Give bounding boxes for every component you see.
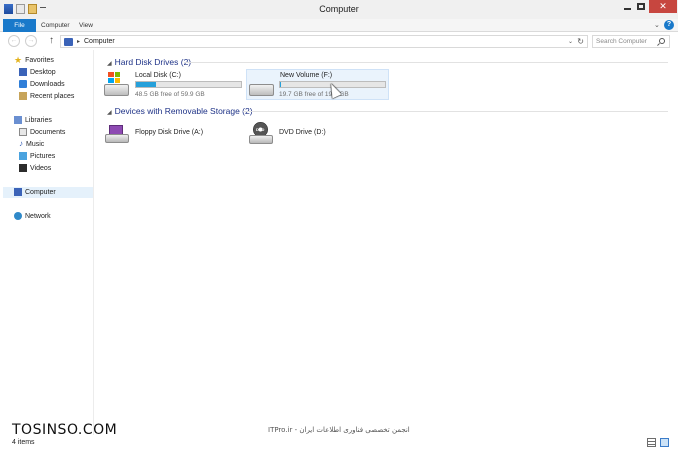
recent-places-icon: [19, 92, 27, 101]
nav-network[interactable]: Network: [14, 211, 51, 222]
help-icon[interactable]: ?: [664, 20, 674, 30]
nav-music[interactable]: ♪ Music: [19, 139, 44, 150]
navigation-pane: ★ Favorites Desktop Downloads Recent plac…: [0, 50, 94, 435]
nav-downloads[interactable]: Downloads: [19, 79, 65, 90]
hard-disk-icon: [249, 84, 274, 96]
libraries-icon: [14, 116, 22, 125]
drive-tile-c[interactable]: Local Disk (C:) 48.5 GB free of 59.9 GB: [103, 70, 245, 102]
dvd-label: DVD: [256, 127, 265, 132]
title-bar: Computer ✕: [0, 0, 678, 19]
device-name: DVD Drive (D:): [279, 129, 326, 136]
navigation-bar: ← → ↑ ▸ Computer ⌄ ↻ Search Computer: [0, 33, 678, 50]
downloads-icon: [19, 80, 27, 89]
nav-libraries[interactable]: Libraries: [14, 115, 52, 126]
forward-button[interactable]: →: [25, 35, 37, 47]
address-bar[interactable]: ▸ Computer ⌄ ↻: [60, 35, 588, 48]
computer-icon: [14, 188, 22, 197]
nav-pictures[interactable]: Pictures: [19, 151, 55, 162]
maximize-icon: [637, 3, 645, 10]
drive-free-space: 48.5 GB free of 59.9 GB: [135, 91, 205, 98]
close-button[interactable]: ✕: [649, 0, 677, 13]
site-watermark: TOSINSO.COM: [12, 422, 118, 438]
collapse-icon[interactable]: ◢: [107, 110, 112, 116]
tab-view[interactable]: View: [79, 19, 93, 32]
search-box[interactable]: Search Computer: [592, 35, 670, 48]
item-count: 4 items: [12, 439, 35, 446]
nav-label: Music: [26, 141, 45, 148]
nav-label: Favorites: [25, 57, 54, 64]
nav-documents[interactable]: Documents: [19, 127, 65, 138]
computer-icon: [64, 38, 73, 46]
nav-label: Documents: [30, 129, 66, 136]
tab-file[interactable]: File: [3, 19, 36, 32]
drive-usage-bar: [135, 81, 242, 88]
details-view-icon[interactable]: [647, 438, 656, 447]
nav-label: Desktop: [30, 69, 56, 76]
window-title: Computer: [319, 4, 359, 14]
group-header-hard-disk-drives[interactable]: ◢ Hard Disk Drives (2): [107, 57, 191, 67]
floppy-drive-icon: [105, 125, 129, 143]
refresh-icon[interactable]: ↻: [577, 37, 584, 46]
device-name: Floppy Disk Drive (A:): [135, 129, 204, 136]
minimize-icon: [623, 8, 631, 10]
dvd-drive-icon: DVD: [249, 122, 273, 144]
device-tile-dvd[interactable]: DVD DVD Drive (D:): [246, 121, 388, 147]
maximize-button[interactable]: [633, 0, 649, 13]
nav-label: Recent places: [30, 93, 75, 100]
drive-name: New Volume (F:): [280, 72, 333, 79]
group-title: Hard Disk Drives (2): [114, 57, 192, 67]
nav-favorites[interactable]: ★ Favorites: [14, 55, 54, 66]
drive-name: Local Disk (C:): [135, 72, 181, 79]
nav-computer[interactable]: Computer: [3, 187, 93, 198]
group-header-removable-storage[interactable]: ◢ Devices with Removable Storage (2): [107, 106, 253, 116]
network-icon: [14, 212, 22, 221]
group-divider: [184, 62, 668, 63]
tab-computer[interactable]: Computer: [41, 19, 70, 32]
expand-ribbon-icon[interactable]: ⌄: [654, 21, 660, 29]
back-button[interactable]: ←: [8, 35, 20, 47]
nav-desktop[interactable]: Desktop: [19, 67, 56, 78]
star-icon: ★: [14, 55, 23, 66]
pictures-icon: [19, 152, 27, 161]
address-dropdown-icon[interactable]: ⌄: [568, 38, 573, 45]
device-tile-floppy[interactable]: Floppy Disk Drive (A:): [103, 121, 245, 147]
nav-label: Videos: [30, 165, 52, 172]
windows-logo-icon: [108, 72, 120, 83]
breadcrumb-separator[interactable]: ▸: [77, 38, 80, 45]
documents-icon: [19, 128, 27, 137]
nav-label: Libraries: [25, 117, 52, 124]
desktop-icon: [19, 68, 27, 77]
search-input[interactable]: Search Computer: [596, 38, 647, 45]
breadcrumb-computer[interactable]: Computer: [84, 38, 115, 45]
nav-label: Computer: [25, 189, 56, 196]
hard-disk-icon: [104, 84, 129, 96]
search-icon[interactable]: [659, 38, 665, 44]
ribbon: File Computer View ⌄ ?: [0, 19, 678, 32]
nav-label: Network: [25, 213, 51, 220]
group-divider: [243, 111, 668, 112]
collapse-icon[interactable]: ◢: [107, 61, 112, 67]
nav-videos[interactable]: Videos: [19, 163, 51, 174]
nav-label: Downloads: [30, 81, 65, 88]
group-title: Devices with Removable Storage (2): [114, 106, 253, 116]
drive-usage-fill: [280, 82, 281, 87]
drive-tile-f[interactable]: New Volume (F:) 19.7 GB free of 19.8 GB: [246, 69, 389, 100]
music-icon: ♪: [19, 139, 23, 149]
tiles-view-icon[interactable]: [660, 438, 669, 447]
nav-label: Pictures: [30, 153, 56, 160]
videos-icon: [19, 164, 27, 173]
tagline-watermark: ITPro.ir - انجمن تخصصی فناوری اطلاعات ای…: [268, 426, 410, 434]
up-button[interactable]: ↑: [49, 35, 54, 47]
nav-recent-places[interactable]: Recent places: [19, 91, 74, 102]
drive-usage-fill: [136, 82, 156, 87]
